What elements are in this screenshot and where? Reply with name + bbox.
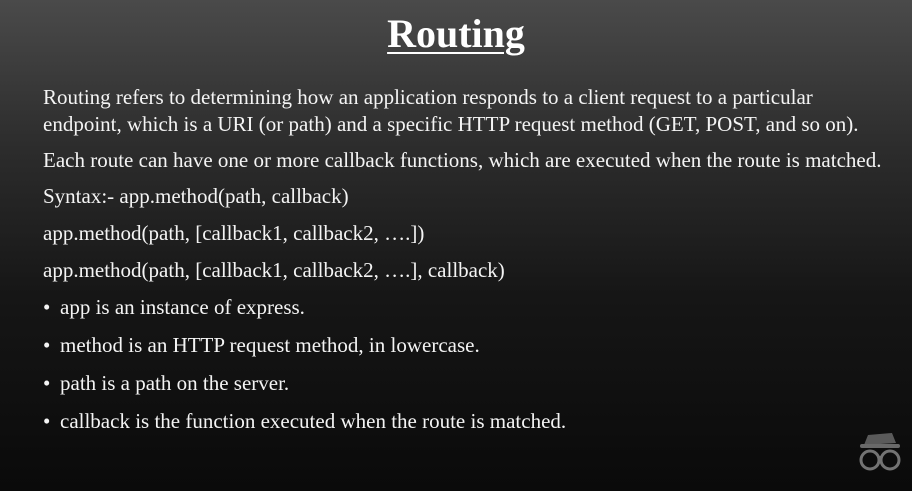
bullet-item: • app is an instance of express. bbox=[43, 294, 883, 321]
syntax-line: app.method(path, [callback1, callback2, … bbox=[43, 221, 425, 245]
paragraph-routing-definition: Routing refers to determining how an app… bbox=[43, 85, 859, 136]
bullet-item: • callback is the function executed when… bbox=[43, 408, 883, 435]
syntax-line: Syntax:- app.method(path, callback) bbox=[43, 184, 349, 208]
slide-content: Routing refers to determining how an app… bbox=[43, 84, 883, 446]
bullet-dot: • bbox=[43, 371, 51, 395]
bullet-text: path is a path on the server. bbox=[60, 371, 290, 395]
bullet-list: • app is an instance of express. • metho… bbox=[43, 294, 883, 435]
glasses-hat-logo-icon bbox=[859, 433, 901, 471]
bullet-dot: • bbox=[43, 333, 51, 357]
bullet-text: callback is the function executed when t… bbox=[60, 409, 567, 433]
slide-title: Routing bbox=[387, 11, 525, 56]
slide: Routing Routing refers to determining ho… bbox=[0, 0, 912, 491]
bullet-text: app is an instance of express. bbox=[60, 295, 305, 319]
syntax-line: app.method(path, [callback1, callback2, … bbox=[43, 258, 505, 282]
bullet-dot: • bbox=[43, 409, 51, 433]
bullet-item: • path is a path on the server. bbox=[43, 370, 883, 397]
bullet-item: • method is an HTTP request method, in l… bbox=[43, 332, 883, 359]
paragraph-callback-functions: Each route can have one or more callback… bbox=[43, 148, 882, 172]
bullet-dot: • bbox=[43, 295, 51, 319]
bullet-text: method is an HTTP request method, in low… bbox=[60, 333, 480, 357]
